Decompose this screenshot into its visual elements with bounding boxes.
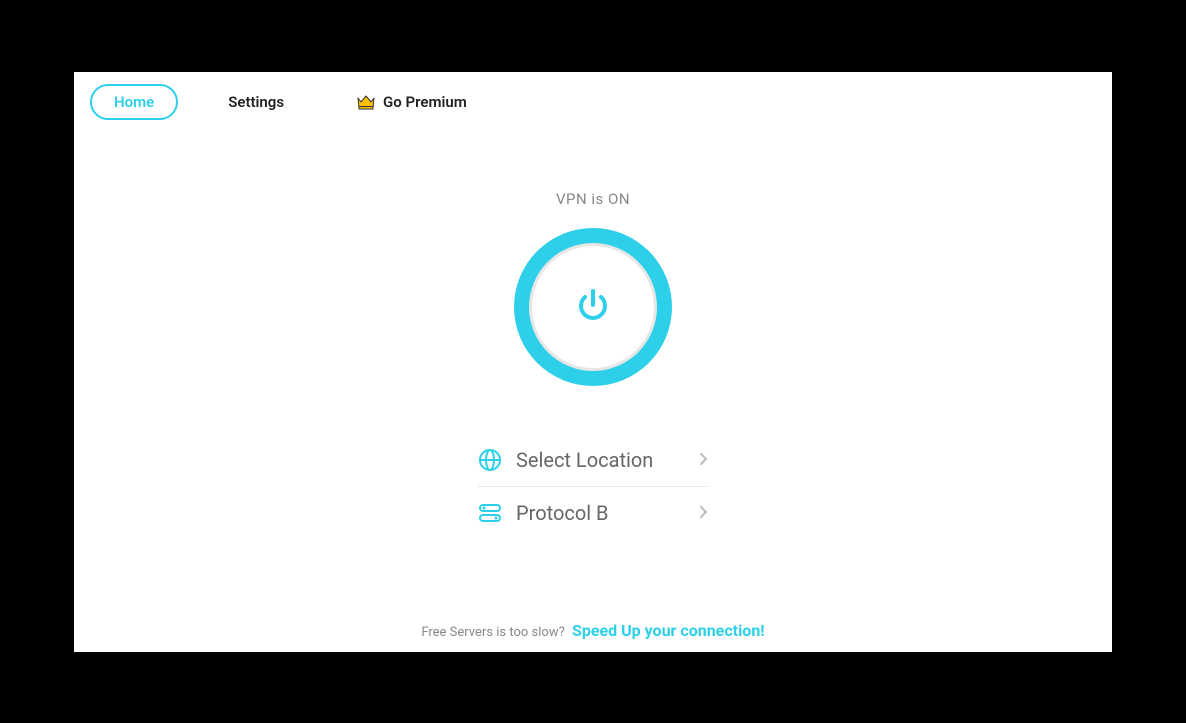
footer-prompt-text: Free Servers is too slow? [421,625,564,640]
vpn-app-window: Home Settings Go Premium VPN is ON [74,72,1112,652]
chevron-right-icon [700,451,708,469]
globe-icon [478,448,502,472]
protocol-label: Protocol B [516,501,686,525]
crown-icon [356,93,376,111]
vpn-toggle-button[interactable] [514,228,672,386]
select-location-label: Select Location [516,448,686,472]
protocol-row[interactable]: Protocol B [478,487,708,539]
nav-bar: Home Settings Go Premium [74,72,1112,132]
protocol-icon [478,501,502,525]
tab-settings[interactable]: Settings [206,86,306,118]
tab-go-premium[interactable]: Go Premium [334,86,489,118]
footer-bar: Free Servers is too slow? Speed Up your … [74,621,1112,640]
vpn-status-label: VPN is ON [556,190,630,208]
speed-up-link[interactable]: Speed Up your connection! [572,621,765,640]
chevron-right-icon [700,504,708,522]
tab-home[interactable]: Home [90,84,178,120]
tab-go-premium-label: Go Premium [383,93,467,111]
main-content: VPN is ON [74,132,1112,539]
power-icon [575,287,611,327]
power-button-inner [529,243,657,371]
options-list: Select Location Protocol B [478,434,708,539]
select-location-row[interactable]: Select Location [478,434,708,487]
